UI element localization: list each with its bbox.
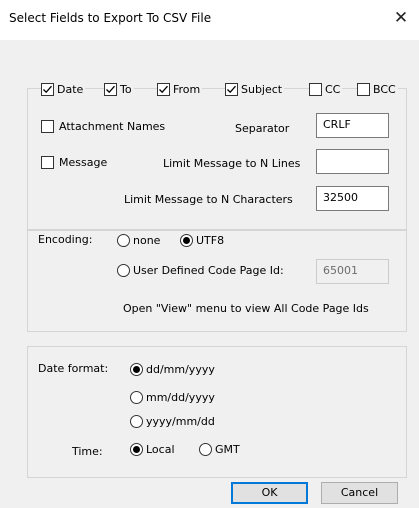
separator-input[interactable]: CRLF xyxy=(316,113,389,138)
ok-button[interactable]: OK xyxy=(231,482,308,504)
encoding-label: Encoding: xyxy=(38,233,93,246)
date-format-label: Date format: xyxy=(38,362,109,375)
separator-label: Separator xyxy=(235,122,290,135)
checkbox-box xyxy=(41,155,54,169)
radio-circle xyxy=(130,442,143,456)
field-cc-label: CC xyxy=(325,82,341,96)
encoding-none-radio[interactable]: none xyxy=(117,233,160,247)
date-format-ddmmyyyy-label: dd/mm/yyyy xyxy=(146,362,215,376)
field-from-label: From xyxy=(173,82,201,96)
attachment-names-checkbox[interactable]: Attachment Names xyxy=(41,119,165,133)
cancel-button[interactable]: Cancel xyxy=(321,482,398,504)
close-icon[interactable]: ✕ xyxy=(391,9,411,29)
radio-circle xyxy=(180,233,193,247)
radio-circle xyxy=(130,362,143,376)
checkbox-box xyxy=(41,119,54,133)
encoding-utf8-label: UTF8 xyxy=(196,233,225,247)
field-from-checkbox[interactable]: From xyxy=(157,82,203,96)
field-date-checkbox[interactable]: Date xyxy=(41,82,86,96)
radio-circle xyxy=(117,263,130,277)
date-format-yyyymmdd-radio[interactable]: yyyy/mm/dd xyxy=(130,414,215,428)
date-format-yyyymmdd-label: yyyy/mm/dd xyxy=(146,414,215,428)
encoding-user-defined-radio[interactable]: User Defined Code Page Id: xyxy=(117,263,284,277)
date-format-mmddyyyy-label: mm/dd/yyyy xyxy=(146,390,215,404)
radio-circle xyxy=(199,442,212,456)
checkbox-box xyxy=(104,82,117,96)
field-to-checkbox[interactable]: To xyxy=(104,82,134,96)
code-page-hint: Open "View" menu to view All Code Page I… xyxy=(123,302,369,315)
checkbox-box xyxy=(357,82,370,96)
message-label: Message xyxy=(59,155,108,169)
dialog-body: Date To From Subject CC BCC Attachment N… xyxy=(0,40,419,508)
time-gmt-label: GMT xyxy=(215,442,240,456)
time-gmt-radio[interactable]: GMT xyxy=(199,442,240,456)
title-bar: Select Fields to Export To CSV File ✕ xyxy=(0,0,419,40)
field-bcc-checkbox[interactable]: BCC xyxy=(357,82,398,96)
window-title: Select Fields to Export To CSV File xyxy=(9,11,212,25)
checkbox-box xyxy=(157,82,170,96)
message-checkbox[interactable]: Message xyxy=(41,155,107,169)
field-bcc-label: BCC xyxy=(373,82,396,96)
limit-lines-label: Limit Message to N Lines xyxy=(163,157,301,170)
radio-circle xyxy=(130,390,143,404)
time-label: Time: xyxy=(72,445,103,458)
code-page-id-input[interactable]: 65001 xyxy=(316,259,389,284)
encoding-utf8-radio[interactable]: UTF8 xyxy=(180,233,224,247)
date-format-ddmmyyyy-radio[interactable]: dd/mm/yyyy xyxy=(130,362,215,376)
encoding-user-defined-label: User Defined Code Page Id: xyxy=(133,263,284,277)
time-local-label: Local xyxy=(146,442,175,456)
checkbox-box xyxy=(41,82,54,96)
field-date-label: Date xyxy=(57,82,84,96)
limit-chars-label: Limit Message to N Characters xyxy=(124,193,293,206)
radio-circle xyxy=(130,414,143,428)
field-subject-checkbox[interactable]: Subject xyxy=(225,82,285,96)
limit-lines-input[interactable] xyxy=(316,149,389,174)
time-local-radio[interactable]: Local xyxy=(130,442,175,456)
checkbox-box xyxy=(309,82,322,96)
limit-chars-input[interactable]: 32500 xyxy=(316,186,389,211)
checkbox-box xyxy=(225,82,238,96)
date-format-mmddyyyy-radio[interactable]: mm/dd/yyyy xyxy=(130,390,215,404)
field-cc-checkbox[interactable]: CC xyxy=(309,82,343,96)
field-subject-label: Subject xyxy=(241,82,283,96)
attachment-names-label: Attachment Names xyxy=(59,119,166,133)
radio-circle xyxy=(117,233,130,247)
field-to-label: To xyxy=(120,82,132,96)
encoding-none-label: none xyxy=(133,233,161,247)
